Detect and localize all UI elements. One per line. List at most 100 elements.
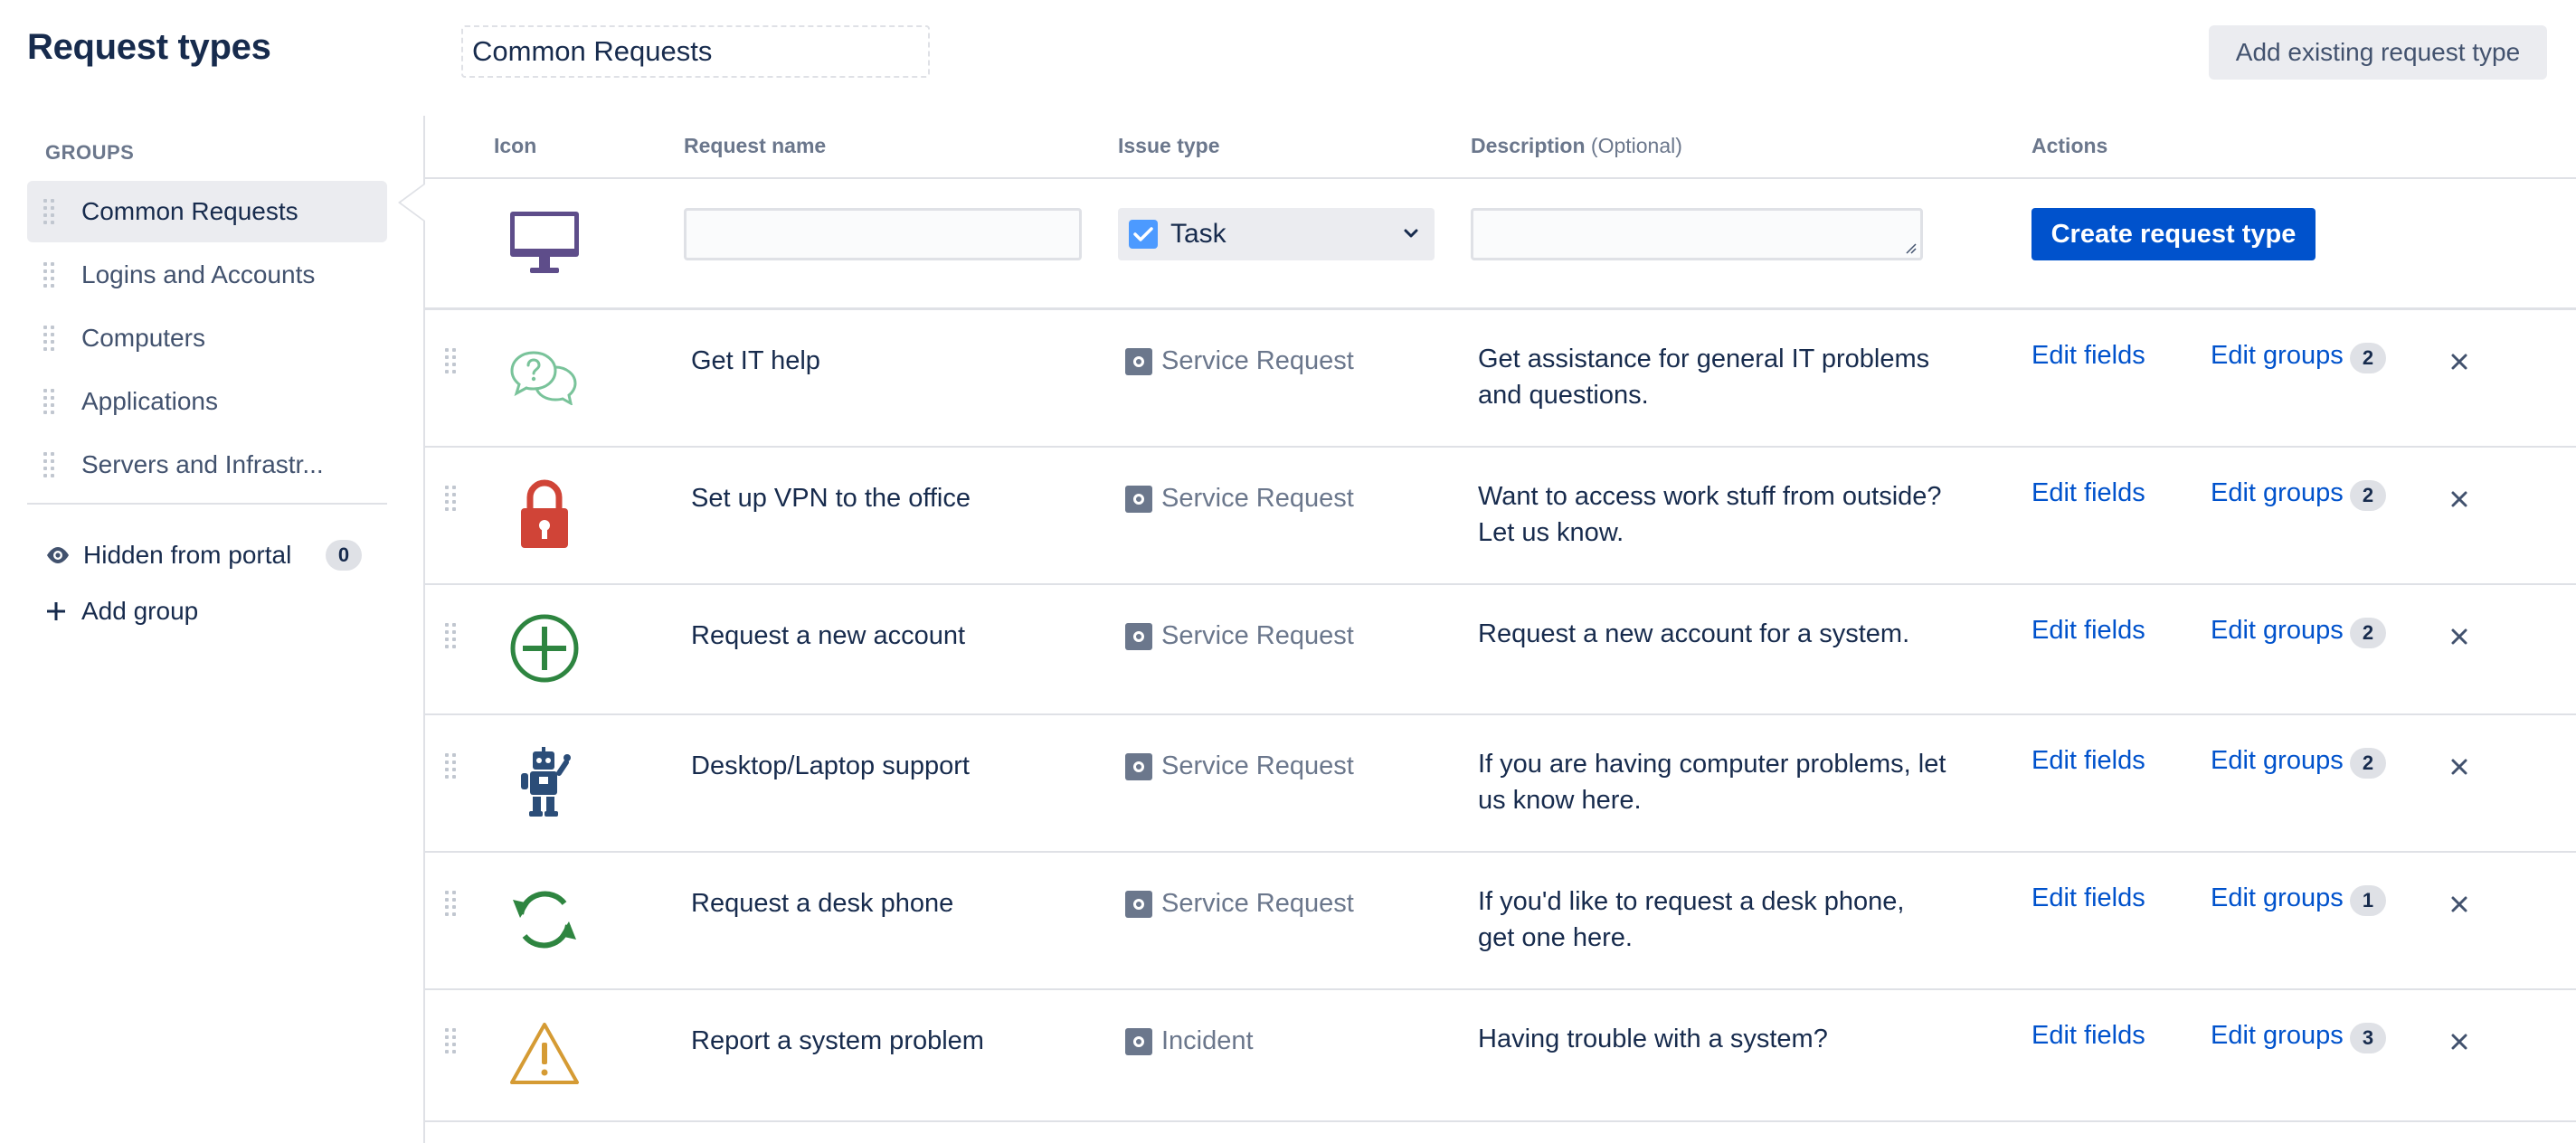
request-name-input[interactable] xyxy=(684,208,1082,260)
table-row: Request a new account Service Request Requ… xyxy=(425,585,2576,715)
chat-question-icon[interactable] xyxy=(507,339,582,415)
table-row: Desktop/Laptop support Service Request If … xyxy=(425,715,2576,853)
description-line: get one here. xyxy=(1478,923,1633,952)
issue-type: Service Request xyxy=(1125,751,1354,781)
plus-icon xyxy=(47,602,65,620)
chevron-down-icon xyxy=(1404,229,1418,238)
edit-fields-link[interactable]: Edit fields xyxy=(2031,341,2145,371)
issue-type-label: Incident xyxy=(1161,1026,1254,1055)
description-line: Having trouble with a system? xyxy=(1478,1025,1828,1053)
delete-icon[interactable] xyxy=(2446,623,2473,650)
group-count-badge: 3 xyxy=(2350,1023,2386,1053)
drag-handle-icon[interactable] xyxy=(445,623,456,648)
delete-icon[interactable] xyxy=(2446,753,2473,780)
request-description: If you are having computer problems, let… xyxy=(1478,746,1984,818)
sidebar-item-label: Common Requests xyxy=(81,197,298,225)
resize-handle-icon[interactable] xyxy=(1904,241,1917,254)
sidebar-item-common-requests[interactable]: Common Requests xyxy=(27,181,387,242)
issue-type-label: Service Request xyxy=(1161,889,1354,918)
issue-type: Incident xyxy=(1125,1026,1254,1056)
request-description: Request a new account for a system. xyxy=(1478,616,1984,652)
row-divider xyxy=(425,1120,2576,1122)
group-name-input[interactable] xyxy=(461,25,930,78)
issue-type-select[interactable]: Task xyxy=(1118,208,1435,260)
drag-handle-icon[interactable] xyxy=(43,326,54,351)
column-header-description-optional: (Optional) xyxy=(1590,134,1682,157)
drag-handle-icon[interactable] xyxy=(43,262,54,288)
issue-type-label: Service Request xyxy=(1161,621,1354,650)
page-title: Request types xyxy=(27,27,271,67)
drag-handle-icon[interactable] xyxy=(445,1028,456,1053)
request-name: Report a system problem xyxy=(691,1026,984,1055)
drag-handle-icon[interactable] xyxy=(445,891,456,916)
edit-groups-link[interactable]: Edit groups xyxy=(2211,478,2344,508)
request-description: Want to access work stuff from outside? L… xyxy=(1478,478,1984,551)
issue-type-icon xyxy=(1125,890,1152,918)
description-line: Want to access work stuff from outside? xyxy=(1478,482,1942,511)
sidebar-item-logins-and-accounts[interactable]: Logins and Accounts xyxy=(27,244,387,306)
group-count-badge: 2 xyxy=(2350,343,2386,373)
group-count-badge: 1 xyxy=(2350,885,2386,916)
drag-handle-icon[interactable] xyxy=(43,199,54,224)
hidden-count-badge: 0 xyxy=(326,540,362,571)
column-header-request-name: Request name xyxy=(684,134,827,157)
column-header-issue-type: Issue type xyxy=(1118,134,1220,157)
eye-icon xyxy=(47,547,69,563)
delete-icon[interactable] xyxy=(2446,891,2473,918)
edit-fields-link[interactable]: Edit fields xyxy=(2031,616,2145,646)
edit-groups-link[interactable]: Edit groups xyxy=(2211,746,2344,776)
sidebar-item-computers[interactable]: Computers xyxy=(27,307,387,369)
table-divider xyxy=(425,177,2576,179)
refresh-arrows-icon[interactable] xyxy=(507,882,582,958)
issue-type-icon xyxy=(1125,485,1152,513)
drag-handle-icon[interactable] xyxy=(445,486,456,511)
robot-icon[interactable] xyxy=(507,744,582,820)
plus-circle-icon[interactable] xyxy=(507,610,582,686)
monitor-icon[interactable] xyxy=(508,210,581,277)
column-header-description-label: Description xyxy=(1471,134,1586,157)
request-description: Having trouble with a system? xyxy=(1478,1021,1984,1057)
sidebar-item-applications[interactable]: Applications xyxy=(27,371,387,432)
active-group-pointer xyxy=(398,183,425,222)
drag-handle-icon[interactable] xyxy=(445,753,456,779)
request-name: Request a new account xyxy=(691,621,966,650)
sidebar-item-servers-and-infrastructure[interactable]: Servers and Infrastr... xyxy=(27,434,387,496)
edit-fields-link[interactable]: Edit fields xyxy=(2031,746,2145,776)
sidebar-item-label: Logins and Accounts xyxy=(81,260,316,288)
add-group-button[interactable]: Add group xyxy=(45,593,198,629)
add-group-label: Add group xyxy=(81,597,199,625)
edit-fields-link[interactable]: Edit fields xyxy=(2031,883,2145,913)
add-existing-request-type-button[interactable]: Add existing request type xyxy=(2209,25,2547,80)
table-row: Report a system problem Incident Having tr… xyxy=(425,990,2576,1122)
delete-icon[interactable] xyxy=(2446,348,2473,375)
edit-fields-link[interactable]: Edit fields xyxy=(2031,1021,2145,1051)
drag-handle-icon[interactable] xyxy=(43,389,54,414)
create-request-type-button[interactable]: Create request type xyxy=(2031,208,2316,260)
hidden-from-portal-link[interactable]: Hidden from portal 0 xyxy=(45,537,362,573)
sidebar-divider xyxy=(27,503,387,505)
delete-icon[interactable] xyxy=(2446,1028,2473,1055)
description-line: Request a new account for a system. xyxy=(1478,619,1910,648)
padlock-icon[interactable] xyxy=(507,477,582,553)
delete-icon[interactable] xyxy=(2446,486,2473,513)
request-name: Get IT help xyxy=(691,346,820,375)
issue-type: Service Request xyxy=(1125,889,1354,919)
group-count-badge: 2 xyxy=(2350,618,2386,648)
edit-groups-link[interactable]: Edit groups xyxy=(2211,1021,2344,1051)
column-header-actions: Actions xyxy=(2031,134,2108,157)
request-name: Desktop/Laptop support xyxy=(691,751,970,780)
description-line: If you'd like to request a desk phone, xyxy=(1478,887,1905,916)
description-input[interactable] xyxy=(1471,208,1923,260)
warning-triangle-icon[interactable] xyxy=(507,1015,582,1091)
issue-type: Service Request xyxy=(1125,346,1354,376)
edit-groups-link[interactable]: Edit groups xyxy=(2211,341,2344,371)
edit-fields-link[interactable]: Edit fields xyxy=(2031,478,2145,508)
edit-groups-link[interactable]: Edit groups xyxy=(2211,616,2344,646)
edit-groups-link[interactable]: Edit groups xyxy=(2211,883,2344,913)
drag-handle-icon[interactable] xyxy=(43,452,54,477)
column-header-description: Description (Optional) xyxy=(1471,134,1682,158)
drag-handle-icon[interactable] xyxy=(445,348,456,373)
table-row: Set up VPN to the office Service Request W… xyxy=(425,448,2576,585)
issue-type-label: Service Request xyxy=(1161,751,1354,780)
groups-heading: GROUPS xyxy=(45,141,135,164)
